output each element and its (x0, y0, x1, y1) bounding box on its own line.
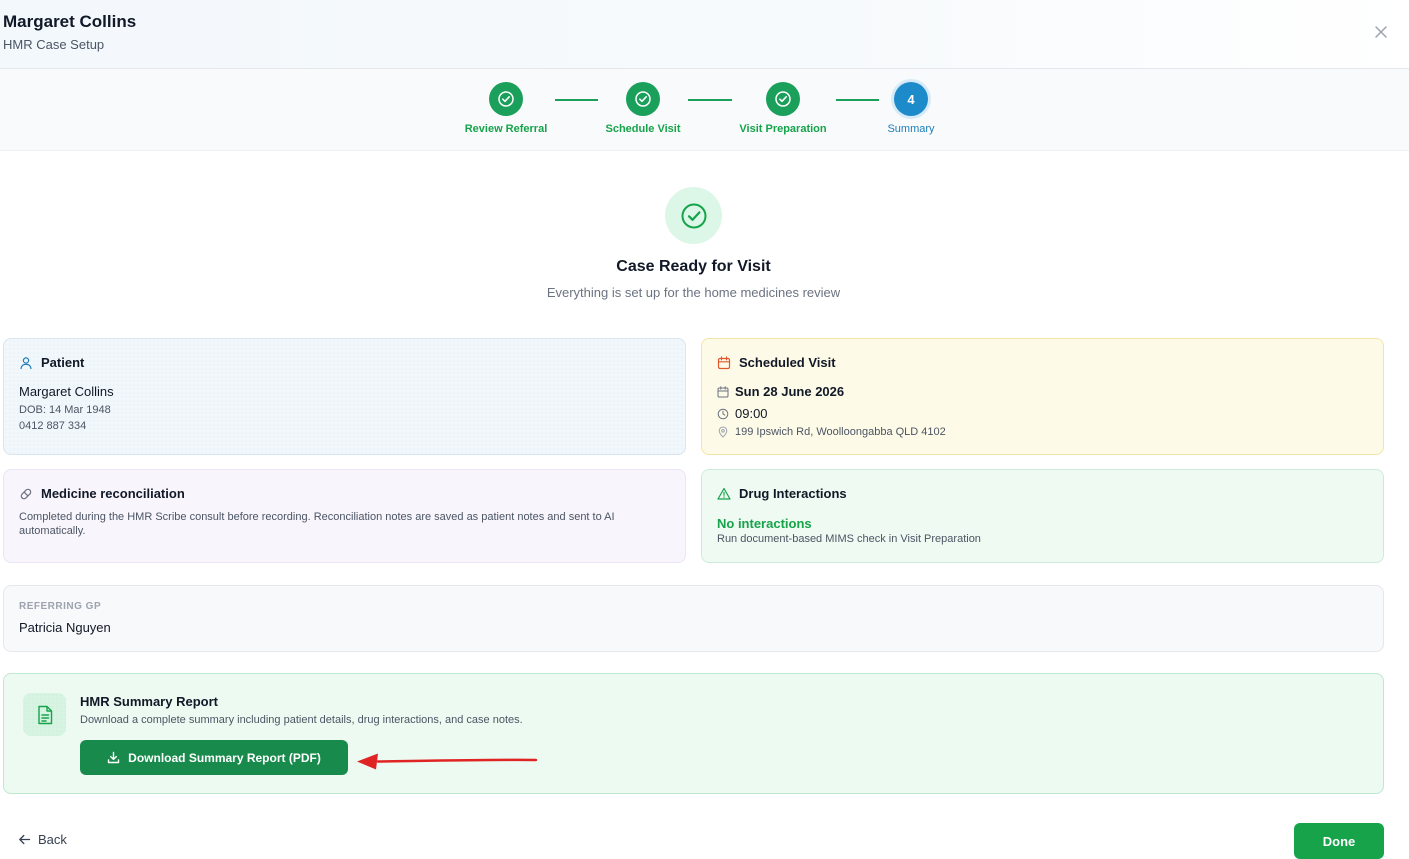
interaction-status: No interactions (717, 516, 812, 531)
download-button-label: Download Summary Report (PDF) (128, 750, 321, 765)
back-button[interactable]: Back (18, 832, 67, 847)
visit-time: 09:00 (735, 406, 768, 421)
patient-phone: 0412 887 334 (19, 420, 87, 432)
drug-interactions-card: Drug Interactions No interactions Run do… (701, 469, 1384, 563)
page-title: Case Ready for Visit (616, 258, 771, 275)
patient-dob: DOB: 14 Mar 1948 (19, 404, 111, 416)
patient-card-title: Patient (41, 355, 85, 370)
back-label: Back (38, 832, 67, 847)
pill-icon (20, 488, 32, 499)
step-schedule-visit[interactable]: Schedule Visit (573, 82, 713, 135)
visit-card-header: Scheduled Visit (717, 355, 836, 370)
patient-card-header: Patient (19, 355, 84, 370)
summary-report-card: HMR Summary Report Download a complete s… (3, 673, 1384, 794)
visit-date-row: Sun 28 June 2026 (717, 384, 844, 399)
step-review-referral[interactable]: Review Referral (436, 82, 576, 135)
check-circle-icon (489, 82, 523, 116)
visit-address: 199 Ipswich Rd, Woolloongabba QLD 4102 (735, 426, 946, 438)
step-summary[interactable]: 4 Summary (841, 82, 981, 135)
check-circle-icon (665, 187, 722, 244)
download-summary-report-button[interactable]: Download Summary Report (PDF) (80, 740, 348, 775)
clock-icon (717, 408, 729, 419)
annotation-arrow-icon (357, 753, 538, 770)
close-icon[interactable] (1371, 22, 1391, 42)
download-icon (107, 751, 120, 764)
patient-name-title: Margaret Collins (3, 12, 137, 31)
page-subtitle: Everything is set up for the home medici… (546, 285, 841, 300)
visit-address-row: 199 Ipswich Rd, Woolloongabba QLD 4102 (717, 426, 946, 438)
report-title: HMR Summary Report (80, 694, 218, 709)
dialog-header: Margaret Collins HMR Case Setup (0, 0, 1409, 69)
report-description: Download a complete summary including pa… (80, 714, 523, 726)
referring-gp-card: REFERRING GP Patricia Nguyen (3, 585, 1384, 652)
referring-gp-label: REFERRING GP (19, 601, 102, 612)
map-pin-icon (718, 426, 728, 438)
arrow-left-icon (19, 834, 31, 845)
step-label: Schedule Visit (605, 123, 681, 135)
visit-time-row: 09:00 (717, 406, 768, 421)
step-number: 4 (894, 82, 928, 116)
visit-date: Sun 28 June 2026 (735, 384, 845, 399)
calendar-icon (717, 355, 731, 369)
document-icon (23, 693, 66, 736)
visit-card-title: Scheduled Visit (739, 355, 836, 370)
referring-gp-name: Patricia Nguyen (19, 620, 111, 635)
patient-card: Patient Margaret Collins DOB: 14 Mar 194… (3, 338, 686, 455)
progress-stepper: Review Referral Schedule Visit Visit Pre… (0, 69, 1409, 151)
scheduled-visit-card: Scheduled Visit Sun 28 June 2026 09:00 1… (701, 338, 1384, 455)
check-circle-icon (626, 82, 660, 116)
drug-card-header: Drug Interactions (717, 486, 847, 501)
patient-name: Margaret Collins (19, 384, 114, 399)
reconciliation-card-title: Medicine reconciliation (41, 486, 185, 501)
interaction-hint: Run document-based MIMS check in Visit P… (717, 533, 981, 545)
calendar-icon (717, 385, 729, 397)
user-icon (20, 356, 32, 369)
drug-card-title: Drug Interactions (739, 486, 847, 501)
reconciliation-card-header: Medicine reconciliation (19, 486, 185, 501)
step-label: Visit Preparation (739, 123, 827, 135)
medicine-reconciliation-card: Medicine reconciliation Completed during… (3, 469, 686, 563)
warning-triangle-icon (717, 487, 731, 500)
step-visit-preparation[interactable]: Visit Preparation (713, 82, 853, 135)
dialog-subtitle: HMR Case Setup (3, 37, 105, 52)
reconciliation-description: Completed during the HMR Scribe consult … (19, 511, 615, 537)
step-label: Summary (887, 123, 935, 135)
done-button[interactable]: Done (1294, 823, 1384, 859)
check-circle-icon (766, 82, 800, 116)
step-label: Review Referral (464, 123, 548, 135)
